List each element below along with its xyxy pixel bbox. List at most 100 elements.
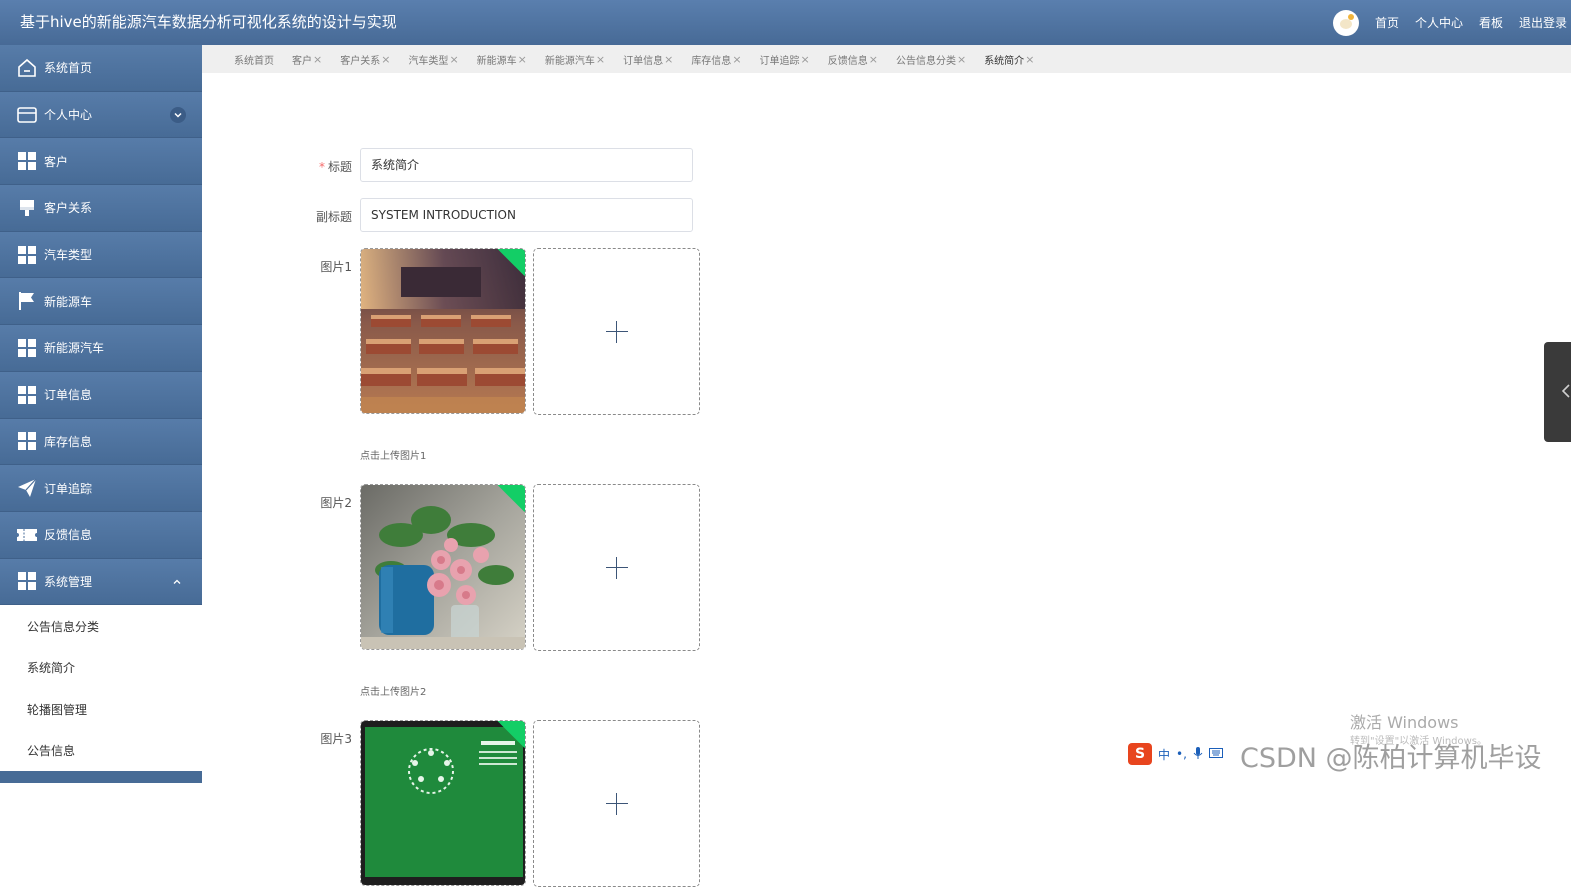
tab-system-home[interactable]: 系统首页 [234,52,274,67]
close-icon[interactable]: × [596,53,605,66]
flag-icon [16,290,38,312]
picture3-thumbnail[interactable] [360,720,526,886]
tab-label: 客户 [292,55,312,67]
main-content: * 标题 系统简介 副标题 SYSTEM INTRODUCTION 图片1 点击… [202,73,1571,887]
plus-icon [605,556,628,579]
tab-label: 反馈信息 [827,55,868,67]
tab-label: 客户关系 [340,55,381,67]
nav-logout-link[interactable]: 退出登录 [1519,14,1567,31]
picture3-upload-button[interactable] [533,720,700,887]
microphone-icon[interactable] [1193,746,1203,763]
card-icon [16,104,38,126]
picture1-thumbnail[interactable] [360,248,526,414]
picture1-label: 图片1 [320,260,352,274]
tab-customer[interactable]: 客户 × [292,52,322,67]
close-icon[interactable]: × [1025,53,1034,66]
submenu-item-carousel[interactable]: 轮播图管理 [0,688,202,730]
sidebar-item-inventory[interactable]: 库存信息 [0,418,202,466]
title-label: * 标题 [292,158,352,175]
close-icon[interactable]: × [869,53,878,66]
send-icon [16,477,38,499]
sidebar-item-label: 汽车类型 [44,248,93,263]
picture2-upload-button[interactable] [533,484,700,651]
top-header: 基于hive的新能源汽车数据分析可视化系统的设计与实现 首页 个人中心 看板 退… [0,0,1571,45]
tab-inventory[interactable]: 库存信息 × [691,52,741,67]
title-input[interactable]: 系统简介 [360,148,693,182]
title-label-text: 标题 [327,160,352,174]
nav-profile-link[interactable]: 个人中心 [1415,14,1463,31]
submenu-item-system-intro[interactable]: 系统简介 [0,646,202,689]
grid-icon [16,570,38,592]
submenu-item-notice-category[interactable]: 公告信息分类 [0,605,202,647]
tab-label: 公告信息分类 [895,55,956,67]
tab-order-tracking[interactable]: 订单追踪 × [760,52,810,67]
sidebar-item-label: 新能源车 [44,294,93,309]
close-icon[interactable]: × [518,53,527,66]
picture1-hint: 点击上传图片1 [360,451,427,462]
green-poster-image [361,721,525,885]
close-icon[interactable]: × [957,53,966,66]
nav-home-link[interactable]: 首页 [1375,14,1399,31]
tab-system-intro[interactable]: 系统简介 × [984,52,1034,67]
sidebar-item-label: 客户 [44,154,69,169]
picture2-hint: 点击上传图片2 [360,687,427,698]
sidebar-item-home[interactable]: 系统首页 [0,45,202,92]
sidebar-item-label: 系统管理 [44,574,93,589]
sidebar-item-car-type[interactable]: 汽车类型 [0,231,202,279]
sidebar-item-order-tracking[interactable]: 订单追踪 [0,465,202,512]
close-icon[interactable]: × [381,53,390,66]
keyboard-icon[interactable] [1208,747,1223,761]
ticket-icon [16,524,38,546]
tab-feedback[interactable]: 反馈信息 × [828,52,878,67]
tab-notice-category[interactable]: 公告信息分类 × [896,52,966,67]
close-icon[interactable]: × [313,53,322,66]
sidebar-item-customer[interactable]: 客户 [0,138,202,186]
close-icon[interactable]: × [801,53,810,66]
chevron-up-icon[interactable] [172,576,182,590]
picture2-label: 图片2 [320,496,352,510]
submenu-item-notice[interactable]: 公告信息 [0,729,202,772]
tab-label: 汽车类型 [408,55,449,67]
grid-icon [16,244,38,266]
sidebar-item-profile[interactable]: 个人中心 [0,91,202,139]
right-drawer-toggle[interactable] [1544,342,1571,442]
subtitle-label: 副标题 [315,210,352,224]
sidebar-item-label: 库存信息 [44,434,93,449]
tab-customer-relation[interactable]: 客户关系 × [340,52,390,67]
tab-label: 新能源汽车 [544,55,595,67]
tags-view: 系统首页 客户 × 客户关系 × 汽车类型 × 新能源车 × 新能源汽车 × 订单信息 × … [202,45,1571,73]
sidebar-next-item[interactable] [0,771,202,783]
sidebar-item-customer-relation[interactable]: 客户关系 [0,185,202,232]
sidebar-item-label: 个人中心 [44,108,93,123]
picture2-thumbnail[interactable] [360,484,526,650]
close-icon[interactable]: × [732,53,741,66]
tab-label: 库存信息 [691,55,732,67]
tab-order-info[interactable]: 订单信息 × [623,52,673,67]
subtitle-input[interactable]: SYSTEM INTRODUCTION [360,198,693,232]
tab-label: 系统首页 [234,55,274,67]
plus-icon [605,792,628,815]
sidebar-item-new-energy-vehicle[interactable]: 新能源汽车 [0,325,202,372]
sidebar: 系统首页 个人中心 客户 客户关系 汽车类型 新能源车 新能源汽车 订单信息 库… [0,45,202,783]
sogou-logo-icon: S [1128,743,1152,765]
tab-new-energy-vehicle[interactable]: 新能源汽车 × [545,52,605,67]
punctuation-icon[interactable]: •, [1176,747,1187,761]
tab-new-energy-car[interactable]: 新能源车 × [477,52,527,67]
tab-car-type[interactable]: 汽车类型 × [408,52,458,67]
sidebar-item-label: 反馈信息 [44,528,93,543]
nav-dashboard-link[interactable]: 看板 [1479,14,1503,31]
ime-mode-label[interactable]: 中 [1158,746,1170,763]
ime-toolbar[interactable]: S 中 •, [1128,742,1223,766]
avatar[interactable] [1332,9,1359,36]
close-icon[interactable]: × [664,53,673,66]
tab-label: 系统简介 [984,55,1025,67]
chevron-down-icon[interactable] [170,106,186,123]
sidebar-item-feedback[interactable]: 反馈信息 [0,511,202,559]
sidebar-item-system-management[interactable]: 系统管理 [0,558,202,606]
sidebar-item-new-energy-car[interactable]: 新能源车 [0,278,202,326]
close-icon[interactable]: × [449,53,458,66]
sidebar-item-order-info[interactable]: 订单信息 [0,371,202,419]
picture1-upload-button[interactable] [533,248,700,415]
flower-vase-image [361,485,525,649]
picture3-label: 图片3 [320,732,352,746]
